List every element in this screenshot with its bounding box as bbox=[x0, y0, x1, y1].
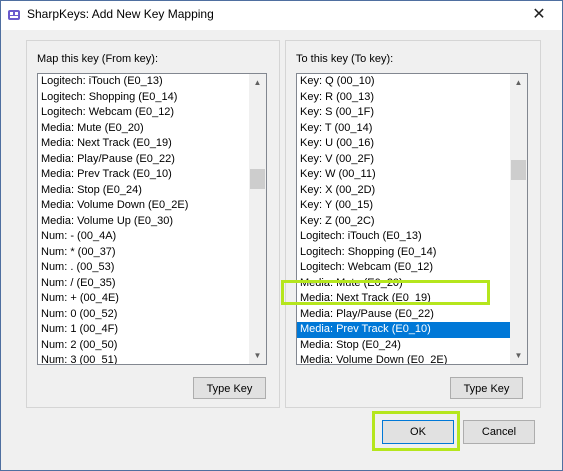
list-item[interactable]: Media: Play/Pause (E0_22) bbox=[38, 152, 249, 168]
list-item[interactable]: Media: Play/Pause (E0_22) bbox=[297, 307, 510, 323]
list-item[interactable]: Media: Volume Down (E0_2E) bbox=[297, 353, 510, 364]
close-button[interactable]: ✕ bbox=[516, 1, 562, 29]
list-item[interactable]: Num: 3 (00_51) bbox=[38, 353, 249, 364]
list-item[interactable]: Num: 0 (00_52) bbox=[38, 307, 249, 323]
from-key-group: Map this key (From key): Logitech: iTouc… bbox=[26, 40, 280, 408]
list-item[interactable]: Logitech: Webcam (E0_12) bbox=[297, 260, 510, 276]
list-item[interactable]: Num: - (00_4A) bbox=[38, 229, 249, 245]
list-item[interactable]: Key: U (00_16) bbox=[297, 136, 510, 152]
list-item[interactable]: Media: Volume Down (E0_2E) bbox=[38, 198, 249, 214]
cancel-button[interactable]: Cancel bbox=[463, 420, 535, 444]
from-type-key-button[interactable]: Type Key bbox=[193, 377, 266, 399]
to-key-scrollbar[interactable]: ▲ ▼ bbox=[510, 74, 527, 364]
from-key-listbox[interactable]: Logitech: iTouch (E0_13) Logitech: Shoppi… bbox=[37, 73, 267, 365]
list-item[interactable]: Key: Q (00_10) bbox=[297, 74, 510, 90]
to-key-items: Key: Q (00_10) Key: R (00_13) Key: S (00_1… bbox=[297, 74, 510, 364]
list-item[interactable]: Media: Prev Track (E0_10) bbox=[297, 322, 510, 338]
list-item[interactable]: Num: 2 (00_50) bbox=[38, 338, 249, 354]
from-key-label: Map this key (From key): bbox=[37, 53, 159, 65]
to-key-scroll-thumb[interactable] bbox=[511, 160, 526, 180]
list-item[interactable]: Logitech: iTouch (E0_13) bbox=[297, 229, 510, 245]
list-item[interactable]: Media: Next Track (E0_19) bbox=[38, 136, 249, 152]
dialog-client-area: Map this key (From key): Logitech: iTouc… bbox=[1, 30, 562, 470]
window-title: SharpKeys: Add New Key Mapping bbox=[27, 7, 214, 21]
list-item[interactable]: Num: / (E0_35) bbox=[38, 276, 249, 292]
list-item[interactable]: Media: Next Track (E0_19) bbox=[297, 291, 510, 307]
chevron-down-icon[interactable]: ▼ bbox=[249, 347, 266, 364]
list-item[interactable]: Key: Z (00_2C) bbox=[297, 214, 510, 230]
list-item[interactable]: Key: W (00_11) bbox=[297, 167, 510, 183]
list-item[interactable]: Num: . (00_53) bbox=[38, 260, 249, 276]
from-key-scrollbar[interactable]: ▲ ▼ bbox=[249, 74, 266, 364]
chevron-down-icon[interactable]: ▼ bbox=[510, 347, 527, 364]
list-item[interactable]: Media: Volume Up (E0_30) bbox=[38, 214, 249, 230]
list-item[interactable]: Num: + (00_4E) bbox=[38, 291, 249, 307]
chevron-up-icon[interactable]: ▲ bbox=[249, 74, 266, 91]
list-item[interactable]: Num: * (00_37) bbox=[38, 245, 249, 261]
ok-button[interactable]: OK bbox=[382, 420, 454, 444]
list-item[interactable]: Media: Mute (E0_20) bbox=[297, 276, 510, 292]
list-item[interactable]: Media: Prev Track (E0_10) bbox=[38, 167, 249, 183]
to-key-group: To this key (To key): Key: Q (00_10) Key:… bbox=[285, 40, 541, 408]
sharpkeys-app-icon bbox=[8, 10, 20, 20]
list-item[interactable]: Key: T (00_14) bbox=[297, 121, 510, 137]
list-item[interactable]: Num: 1 (00_4F) bbox=[38, 322, 249, 338]
list-item[interactable]: Key: R (00_13) bbox=[297, 90, 510, 106]
list-item[interactable]: Key: X (00_2D) bbox=[297, 183, 510, 199]
list-item[interactable]: Media: Mute (E0_20) bbox=[38, 121, 249, 137]
from-key-items: Logitech: iTouch (E0_13) Logitech: Shoppi… bbox=[38, 74, 249, 364]
list-item[interactable]: Key: Y (00_15) bbox=[297, 198, 510, 214]
from-key-scroll-thumb[interactable] bbox=[250, 169, 265, 189]
title-bar: SharpKeys: Add New Key Mapping ✕ bbox=[1, 1, 562, 29]
list-item[interactable]: Logitech: Webcam (E0_12) bbox=[38, 105, 249, 121]
to-key-listbox[interactable]: Key: Q (00_10) Key: R (00_13) Key: S (00_1… bbox=[296, 73, 528, 365]
list-item[interactable]: Logitech: Shopping (E0_14) bbox=[297, 245, 510, 261]
close-icon: ✕ bbox=[532, 6, 546, 23]
dialog-window: SharpKeys: Add New Key Mapping ✕ Map thi… bbox=[0, 0, 563, 471]
to-type-key-button[interactable]: Type Key bbox=[450, 377, 523, 399]
list-item[interactable]: Logitech: Shopping (E0_14) bbox=[38, 90, 249, 106]
chevron-up-icon[interactable]: ▲ bbox=[510, 74, 527, 91]
list-item[interactable]: Logitech: iTouch (E0_13) bbox=[38, 74, 249, 90]
to-key-label: To this key (To key): bbox=[296, 53, 394, 65]
list-item[interactable]: Key: S (00_1F) bbox=[297, 105, 510, 121]
list-item[interactable]: Media: Stop (E0_24) bbox=[297, 338, 510, 354]
list-item[interactable]: Media: Stop (E0_24) bbox=[38, 183, 249, 199]
list-item[interactable]: Key: V (00_2F) bbox=[297, 152, 510, 168]
